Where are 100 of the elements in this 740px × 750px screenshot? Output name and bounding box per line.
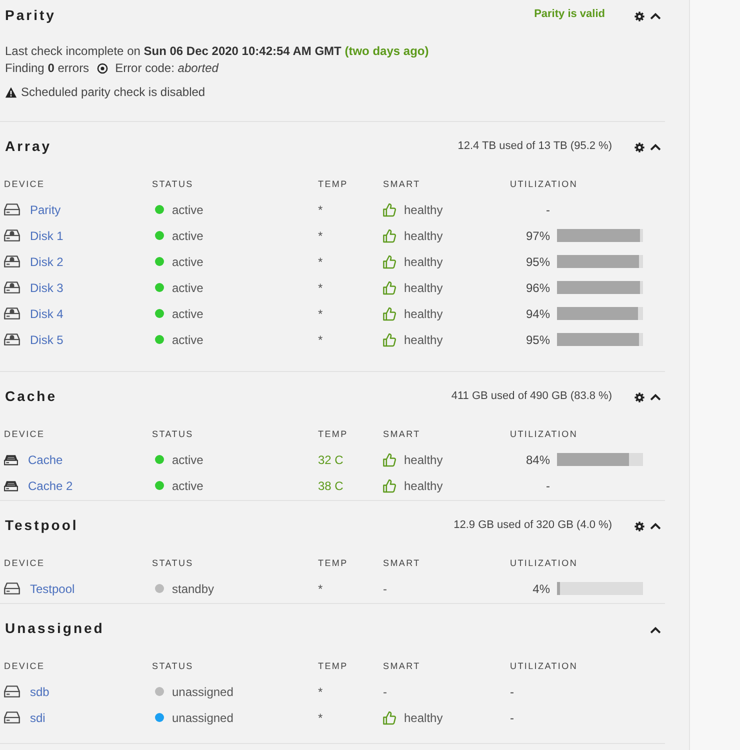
usage-summary: 12.4 TB used of 13 TB (95.2 %) — [458, 138, 612, 154]
device-link[interactable]: sdi — [30, 710, 46, 726]
smart-text: healthy — [404, 228, 443, 244]
column-header: UTILIZATION — [510, 428, 579, 440]
chevron-up-icon[interactable] — [650, 626, 661, 634]
utilization-text: 97% — [524, 228, 550, 244]
temperature-text: * — [318, 684, 323, 700]
hard-drive-lock-icon — [4, 307, 20, 320]
section-title: Parity — [5, 6, 56, 24]
settings-icon[interactable] — [634, 392, 645, 404]
temperature-text: * — [318, 580, 323, 598]
section-title: Array — [5, 138, 52, 155]
status-text: active — [172, 202, 204, 218]
column-header: SMART — [383, 660, 422, 672]
target-icon — [97, 63, 108, 74]
usage-summary: 411 GB used of 490 GB (83.8 %) — [451, 388, 612, 404]
column-header: STATUS — [152, 556, 194, 570]
smart-text: healthy — [404, 478, 443, 494]
column-header: TEMP — [318, 556, 349, 570]
status-text: active — [172, 228, 204, 244]
column-header: UTILIZATION — [510, 556, 579, 570]
settings-icon[interactable] — [634, 10, 645, 22]
device-link[interactable]: Cache — [28, 452, 63, 468]
temperature-text: * — [318, 228, 323, 244]
temperature-text: 38 C — [318, 478, 344, 494]
column-header: SMART — [383, 428, 422, 440]
smart-text: healthy — [404, 202, 443, 218]
utilization-text: - — [545, 478, 550, 494]
device-link[interactable]: Disk 3 — [30, 280, 64, 296]
chevron-up-icon[interactable] — [650, 12, 661, 20]
column-header: STATUS — [152, 660, 194, 672]
hard-drive-lock-icon — [4, 333, 20, 346]
hard-drive-lock-icon — [4, 229, 20, 242]
chevron-up-icon[interactable] — [650, 144, 661, 152]
hard-drive-icon — [4, 685, 20, 698]
section-title: Unassigned — [5, 620, 104, 637]
column-header: STATUS — [152, 428, 194, 440]
column-header: TEMP — [318, 178, 349, 190]
smart-text: healthy — [404, 710, 443, 726]
column-header: TEMP — [318, 660, 349, 672]
column-header: STATUS — [152, 178, 194, 190]
hard-drive-icon — [4, 711, 20, 724]
status-text: unassigned — [172, 684, 234, 700]
chevron-up-icon[interactable] — [650, 394, 661, 402]
column-header: DEVICE — [4, 428, 46, 440]
device-link[interactable]: Testpool — [30, 580, 75, 598]
status-text: active — [172, 254, 204, 270]
device-link[interactable]: Disk 1 — [30, 228, 64, 244]
column-header: DEVICE — [4, 660, 46, 672]
smart-text: - — [383, 684, 387, 700]
section-title: Testpool — [5, 517, 78, 534]
status-text: active — [172, 306, 204, 322]
column-header: UTILIZATION — [510, 660, 579, 672]
chevron-up-icon[interactable] — [650, 523, 661, 530]
temperature-text: * — [318, 332, 323, 348]
utilization-text: 94% — [524, 306, 550, 322]
warning-text: Scheduled parity check is disabled — [21, 84, 206, 101]
utilization-text: - — [510, 684, 514, 700]
parity-status: Parity is valid — [534, 7, 605, 22]
column-header: DEVICE — [4, 556, 46, 570]
settings-icon[interactable] — [634, 142, 645, 154]
filled-drive-icon — [4, 478, 18, 493]
status-text: active — [172, 452, 204, 468]
column-header: DEVICE — [4, 178, 46, 190]
device-link[interactable]: Disk 4 — [30, 306, 64, 322]
utilization-text: 4% — [532, 580, 550, 598]
findings-text: Finding 0 errors — [5, 60, 90, 77]
status-text: unassigned — [172, 710, 234, 726]
smart-text: healthy — [404, 306, 443, 322]
smart-text: healthy — [404, 332, 443, 348]
hard-drive-lock-icon — [4, 255, 20, 268]
column-header: SMART — [383, 178, 422, 190]
warning-icon — [5, 87, 17, 98]
utilization-text: - — [510, 710, 514, 726]
error-code-text: Error code: aborted — [115, 60, 218, 77]
utilization-text: 84% — [524, 452, 550, 468]
device-link[interactable]: Cache 2 — [28, 478, 73, 494]
device-link[interactable]: Disk 5 — [30, 332, 64, 348]
settings-icon[interactable] — [634, 521, 645, 532]
device-link[interactable]: Disk 2 — [30, 254, 64, 270]
temperature-text: * — [318, 306, 323, 322]
section-title: Cache — [5, 388, 58, 405]
utilization-text: 96% — [524, 280, 550, 296]
smart-text: - — [383, 580, 387, 598]
status-text: standby — [172, 580, 214, 598]
utilization-text: 95% — [524, 254, 550, 270]
hard-drive-lock-icon — [4, 281, 20, 294]
column-header: TEMP — [318, 428, 349, 440]
device-link[interactable]: Parity — [30, 202, 61, 218]
status-text: active — [172, 478, 204, 494]
filled-drive-icon — [4, 452, 18, 467]
temperature-text: 32 C — [318, 452, 344, 468]
column-header: UTILIZATION — [510, 178, 579, 190]
column-header: SMART — [383, 556, 422, 570]
usage-summary: 12.9 GB used of 320 GB (4.0 %) — [454, 518, 612, 533]
device-link[interactable]: sdb — [30, 684, 50, 700]
utilization-text: 95% — [524, 332, 550, 348]
status-text: active — [172, 332, 204, 348]
utilization-text: - — [545, 202, 550, 218]
hard-drive-icon — [4, 203, 20, 216]
